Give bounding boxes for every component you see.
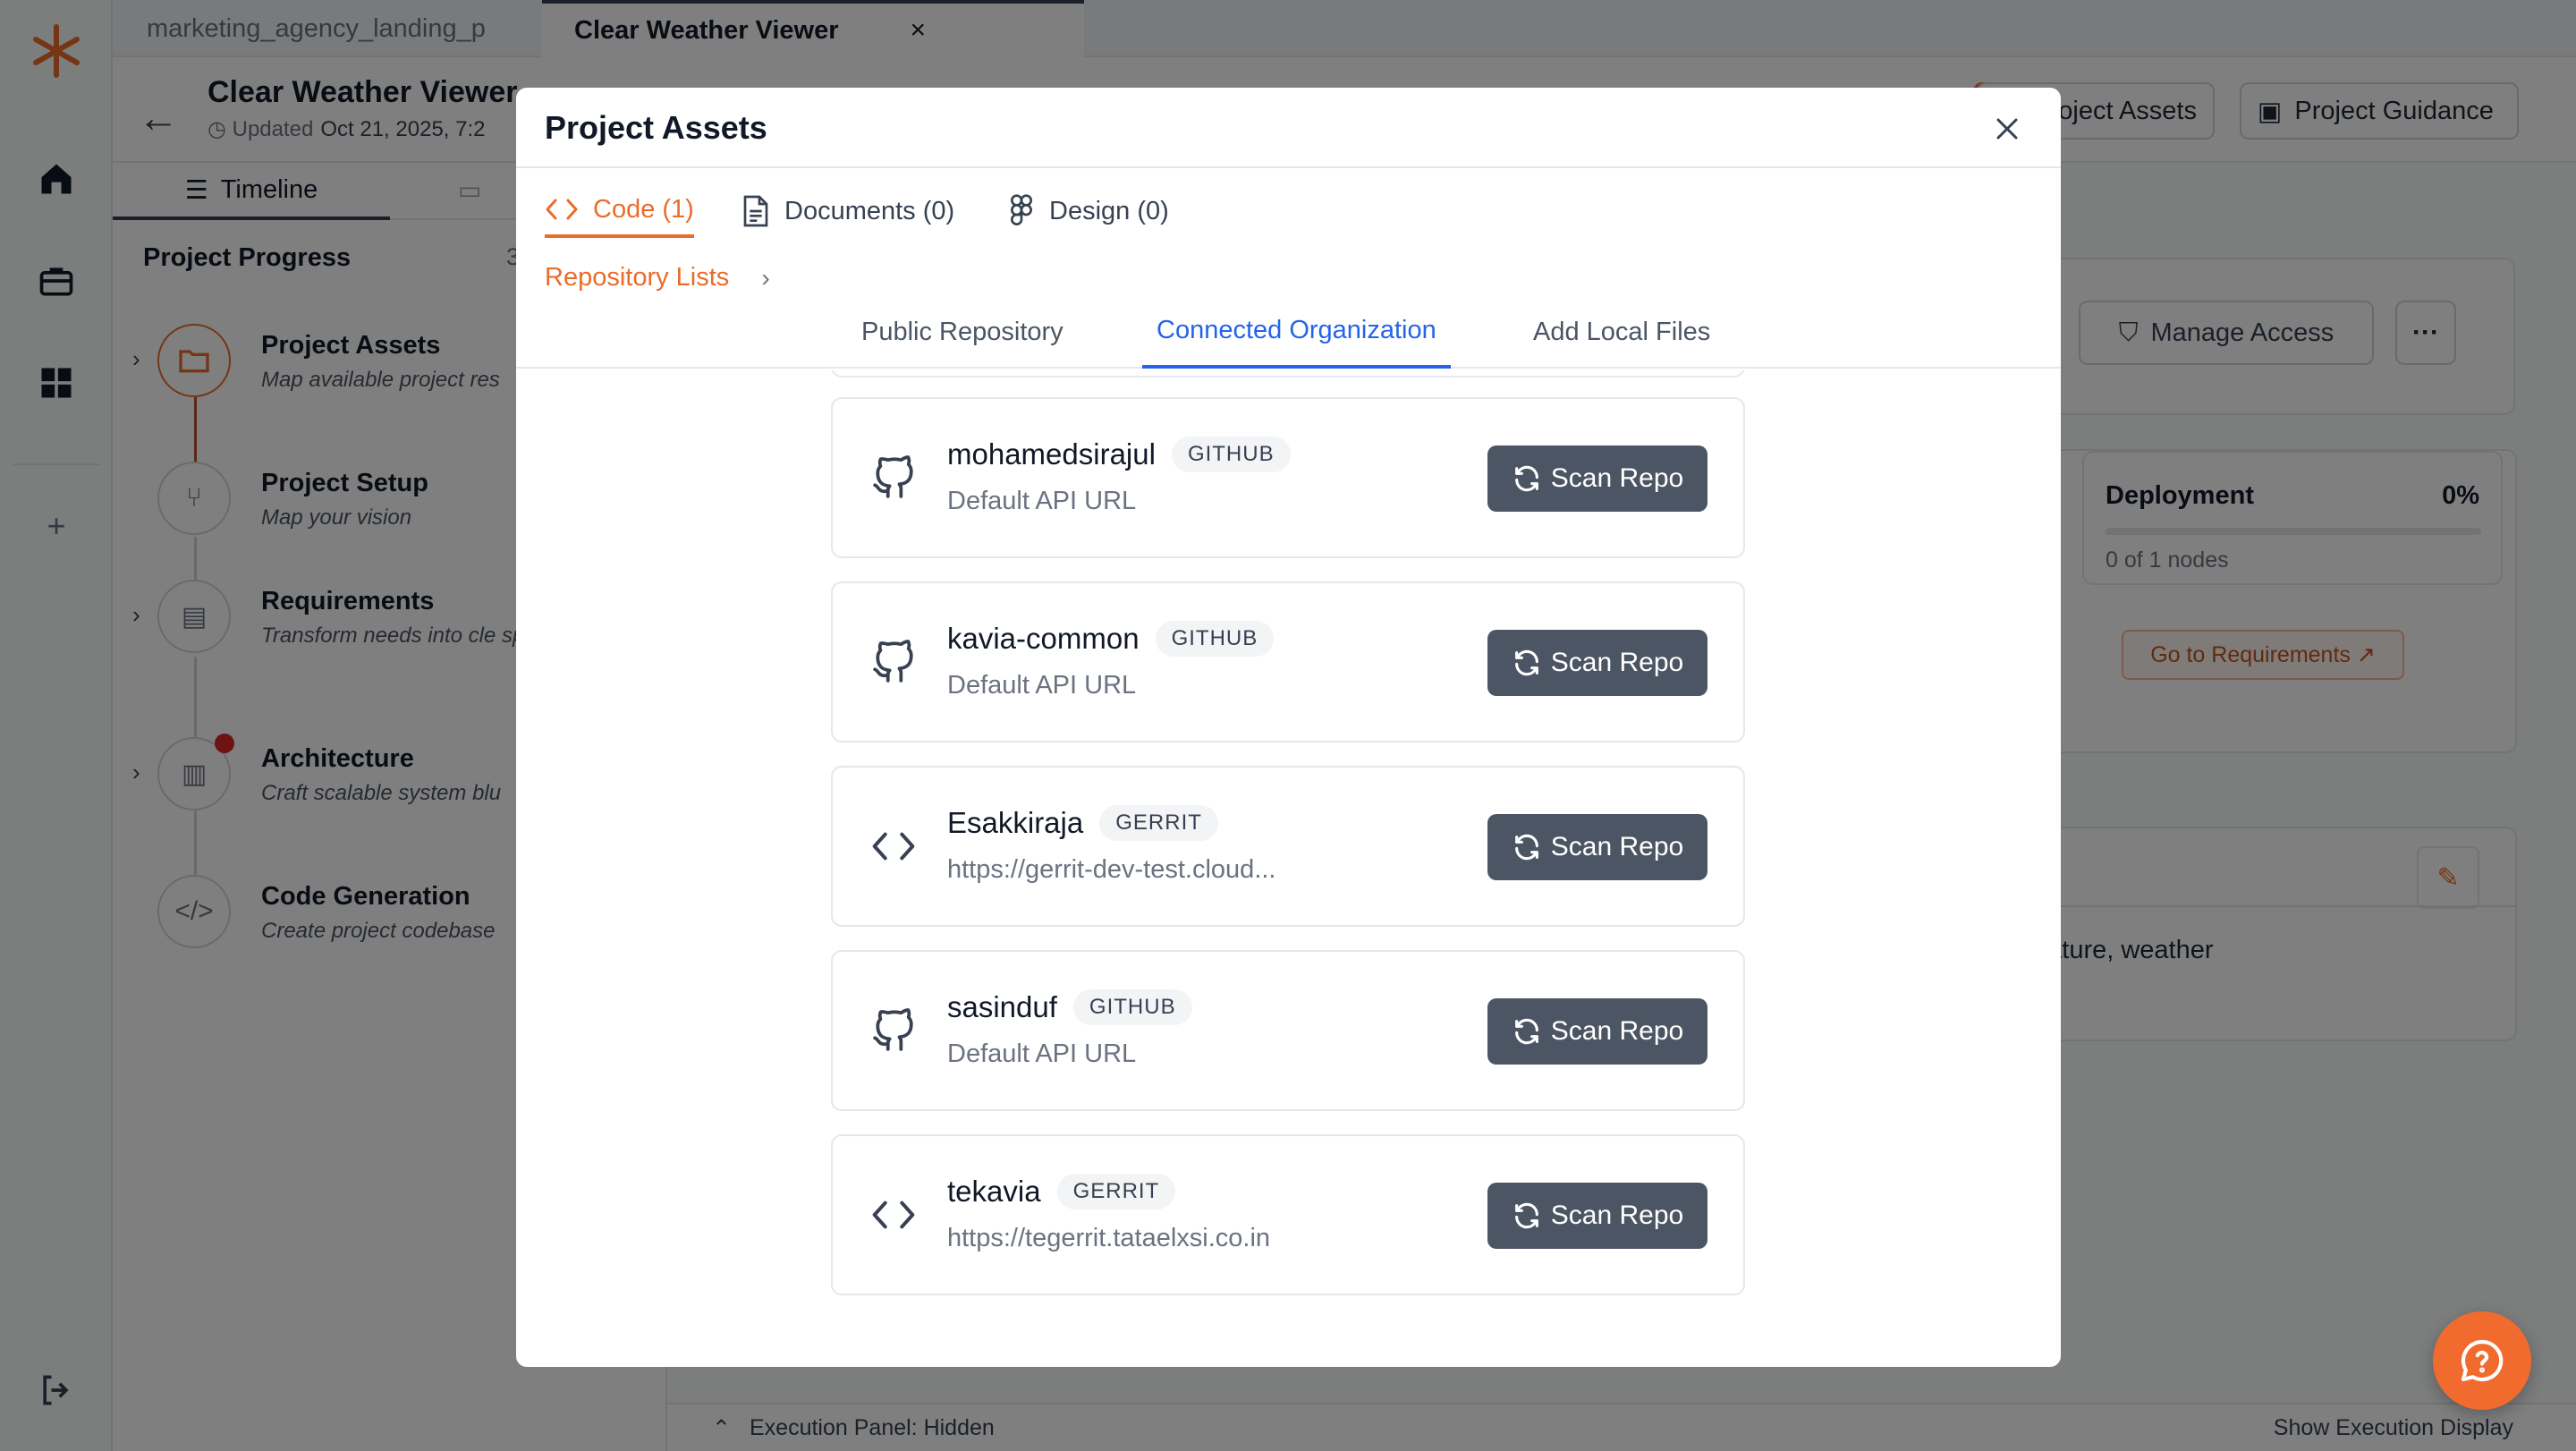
scan-repo-button[interactable]: Scan Repo (1487, 1183, 1707, 1249)
refresh-icon (1514, 1018, 1538, 1045)
tab-code[interactable]: Code (1) (545, 184, 694, 238)
code-icon (546, 199, 578, 220)
repo-name: mohamedsirajul GITHUB (947, 437, 1291, 472)
repo-card: kavia-common GITHUB Default API URL Scan… (831, 581, 1745, 742)
breadcrumb-repository-lists[interactable]: Repository Lists (545, 263, 729, 293)
tab-design-label: Design (0) (1049, 196, 1169, 225)
provider-badge: GITHUB (1171, 437, 1291, 472)
scan-repo-label: Scan Repo (1550, 648, 1684, 677)
repo-url: Default API URL (947, 1039, 1137, 1068)
github-icon (867, 451, 920, 505)
repo-name: sasinduf GITHUB (947, 989, 1192, 1025)
repo-url: Default API URL (947, 671, 1137, 700)
scan-repo-button[interactable]: Scan Repo (1487, 998, 1707, 1065)
refresh-icon (1514, 649, 1538, 676)
scan-repo-button[interactable]: Scan Repo (1487, 445, 1707, 512)
project-assets-modal: Project Assets Code (1) Documents (0) De… (516, 88, 2061, 1367)
help-chat-button[interactable] (2433, 1311, 2531, 1410)
repo-card: Esakkiraja GERRIT https://gerrit-dev-tes… (831, 766, 1745, 927)
repo-card-partial (831, 370, 1745, 378)
provider-badge: GERRIT (1099, 805, 1218, 841)
repo-card: sasinduf GITHUB Default API URL Scan Rep… (831, 950, 1745, 1111)
repo-url: Default API URL (947, 487, 1137, 515)
modal-header: Project Assets (516, 88, 2061, 168)
repo-name-text: kavia-common (947, 622, 1140, 655)
scan-repo-label: Scan Repo (1550, 832, 1684, 861)
github-icon (867, 1004, 920, 1057)
repo-card: mohamedsirajul GITHUB Default API URL Sc… (831, 397, 1745, 558)
tab-connected-organization[interactable]: Connected Organization (1142, 295, 1451, 369)
repo-card: tekavia GERRIT https://tegerrit.tataelxs… (831, 1134, 1745, 1295)
code-icon (867, 1188, 920, 1242)
repo-url: https://gerrit-dev-test.cloud... (947, 855, 1276, 884)
repo-name: tekavia GERRIT (947, 1174, 1176, 1209)
tab-code-label: Code (1) (593, 194, 694, 224)
tab-add-local-files[interactable]: Add Local Files (1533, 295, 1710, 369)
scan-repo-button[interactable]: Scan Repo (1487, 630, 1707, 696)
provider-badge: GERRIT (1056, 1174, 1176, 1209)
tab-documents[interactable]: Documents (0) (741, 184, 954, 238)
repo-name-text: sasinduf (947, 990, 1057, 1023)
scan-repo-button[interactable]: Scan Repo (1487, 814, 1707, 880)
modal-title: Project Assets (545, 109, 767, 146)
help-chat-icon (2461, 1339, 2504, 1382)
refresh-icon (1514, 834, 1538, 861)
provider-badge: GITHUB (1072, 989, 1192, 1025)
tab-public-repository[interactable]: Public Repository (861, 295, 1063, 369)
github-icon (867, 635, 920, 689)
close-icon[interactable] (1989, 111, 2025, 147)
repository-list: mohamedsirajul GITHUB Default API URL Sc… (516, 370, 2061, 1367)
refresh-icon (1514, 465, 1538, 492)
scan-repo-label: Scan Repo (1550, 1016, 1684, 1046)
repo-name-text: mohamedsirajul (947, 437, 1156, 471)
repo-name-text: tekavia (947, 1175, 1041, 1208)
tab-design[interactable]: Design (0) (1008, 184, 1169, 238)
repo-name: Esakkiraja GERRIT (947, 805, 1218, 841)
repo-url: https://tegerrit.tataelxsi.co.in (947, 1224, 1271, 1252)
scan-repo-label: Scan Repo (1550, 1201, 1684, 1230)
tab-documents-label: Documents (0) (784, 196, 955, 225)
refresh-icon (1514, 1202, 1538, 1229)
repo-name-text: Esakkiraja (947, 806, 1084, 839)
repository-source-tabs: Public Repository Connected Organization… (516, 295, 2061, 369)
breadcrumb: Repository Lists › (545, 263, 770, 293)
document-icon (743, 195, 768, 227)
provider-badge: GITHUB (1155, 621, 1275, 657)
code-icon (867, 819, 920, 873)
figma-icon (1010, 194, 1033, 225)
chevron-right-icon: › (761, 263, 770, 292)
scan-repo-label: Scan Repo (1550, 463, 1684, 493)
repo-name: kavia-common GITHUB (947, 621, 1275, 657)
